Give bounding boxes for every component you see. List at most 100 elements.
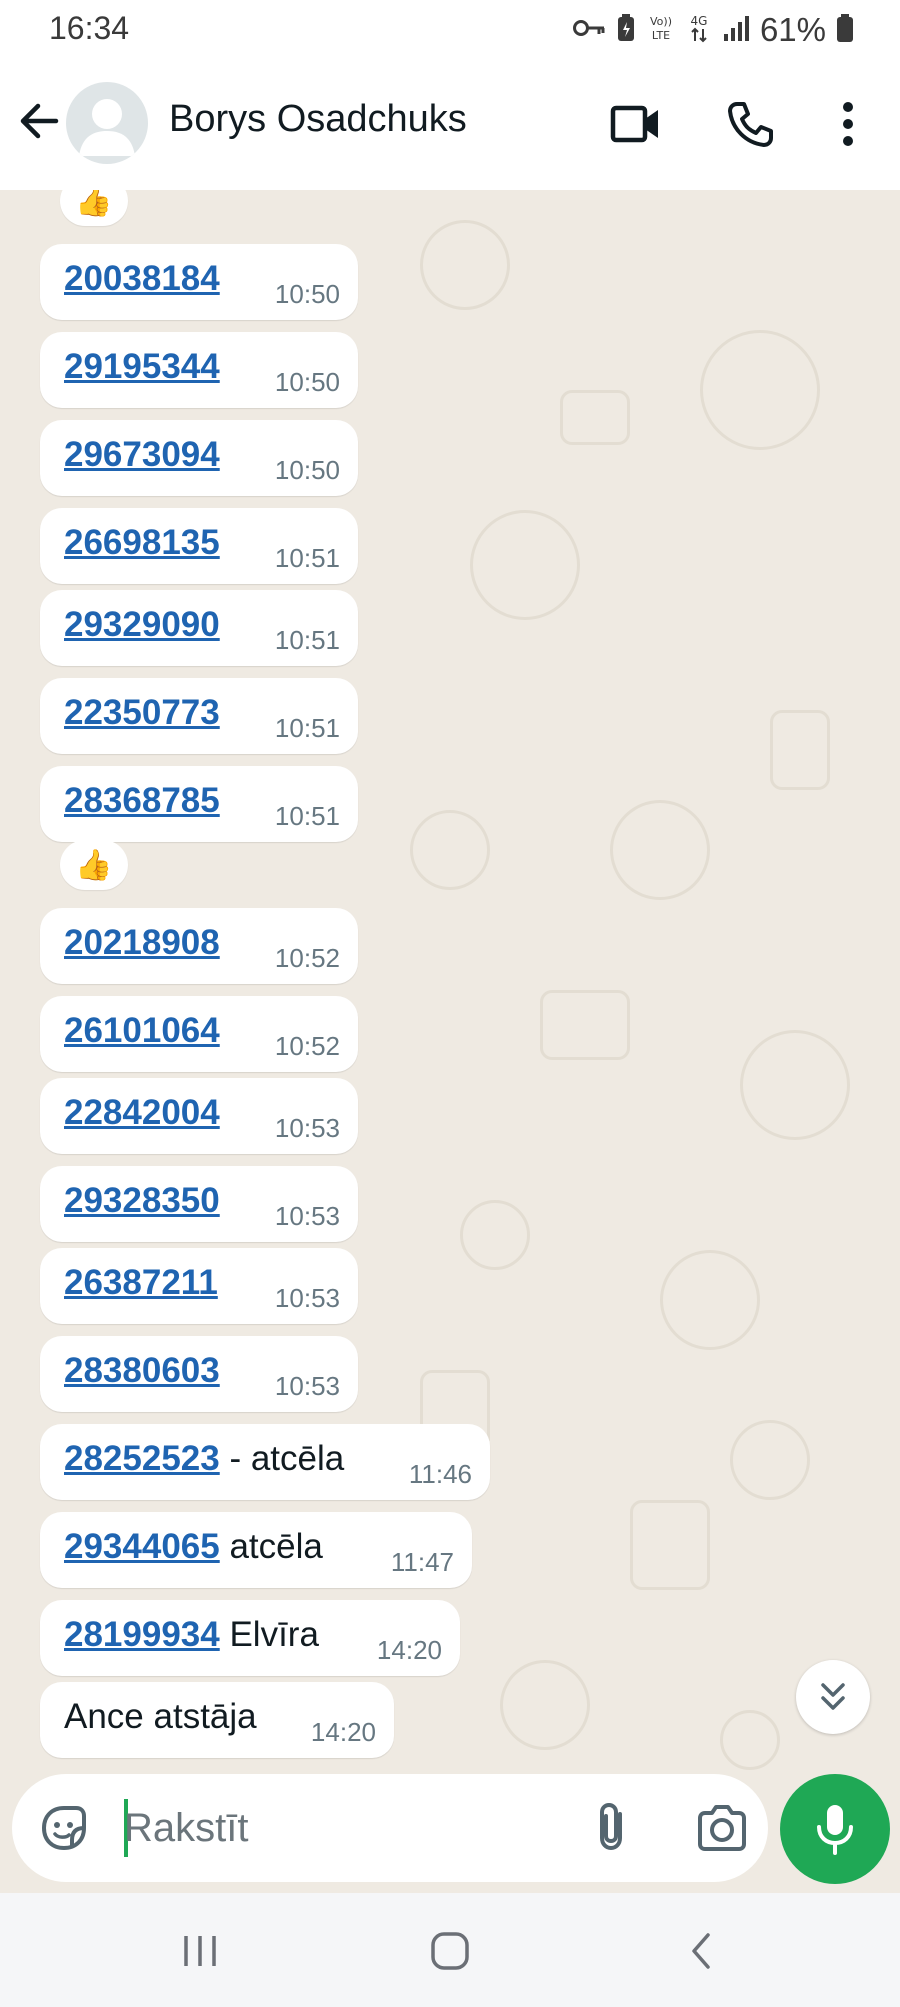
volte-icon: Vo)) LTE: [646, 13, 676, 48]
message-text: 29344065 atcēla: [64, 1527, 323, 1567]
battery-saver-icon: [616, 13, 636, 48]
recent-apps-icon[interactable]: [170, 1921, 230, 1981]
message-text: 22842004: [64, 1093, 220, 1133]
svg-text:4G: 4G: [690, 14, 707, 28]
message-note: atcēla: [219, 1527, 323, 1566]
avatar[interactable]: [66, 82, 148, 164]
home-icon[interactable]: [420, 1921, 480, 1981]
reaction-badge[interactable]: 👍: [60, 840, 128, 890]
message-text: 28380603: [64, 1351, 220, 1391]
message-bubble[interactable]: 29195344 10:50: [40, 332, 358, 408]
reaction-badge[interactable]: 👍: [60, 190, 128, 226]
message-bubble[interactable]: 20218908 10:52: [40, 908, 358, 984]
message-bubble[interactable]: 28380603 10:53: [40, 1336, 358, 1412]
video-call-icon[interactable]: [608, 96, 664, 152]
message-time: 10:51: [274, 801, 340, 831]
camera-icon[interactable]: [692, 1798, 752, 1858]
wallpaper-doodle: [740, 1030, 850, 1140]
attach-paperclip-icon[interactable]: [584, 1798, 644, 1858]
message-bubble[interactable]: 26698135 10:51: [40, 508, 358, 584]
message-time: 11:47: [390, 1547, 454, 1577]
sticker-emoji-icon[interactable]: [36, 1800, 92, 1856]
status-time: 16:34: [49, 10, 130, 46]
phone-link[interactable]: 29328350: [64, 1181, 220, 1220]
phone-link[interactable]: 28252523: [64, 1439, 220, 1478]
wallpaper-doodle: [660, 1250, 760, 1350]
back-icon[interactable]: [672, 1921, 732, 1981]
message-bubble[interactable]: 26387211 10:53: [40, 1248, 358, 1324]
scroll-to-bottom-button[interactable]: [796, 1660, 870, 1734]
message-time: 11:46: [408, 1459, 472, 1489]
more-vert-icon[interactable]: [820, 96, 876, 152]
back-arrow-icon[interactable]: [14, 96, 64, 146]
phone-link[interactable]: 20038184: [64, 259, 220, 298]
message-bubble[interactable]: 28368785 10:51: [40, 766, 358, 842]
message-note: - atcēla: [219, 1439, 345, 1478]
chat-header: Borys Osadchuks: [0, 60, 900, 190]
phone-link[interactable]: 28380603: [64, 1351, 220, 1390]
battery-percent: 61%: [759, 11, 826, 48]
message-bubble[interactable]: 29673094 10:50: [40, 420, 358, 496]
message-text: 29673094: [64, 435, 220, 475]
chat-area[interactable]: 👍 20038184 10:50 29195344 10:50 29673094…: [0, 190, 900, 1893]
message-time: 14:20: [310, 1717, 376, 1747]
signal-icon: [722, 14, 750, 47]
message-bubble[interactable]: 26101064 10:52: [40, 996, 358, 1072]
message-time: 10:53: [274, 1201, 340, 1231]
phone-link[interactable]: 28199934: [64, 1615, 220, 1654]
wallpaper-doodle: [720, 1710, 780, 1770]
message-bubble[interactable]: Ance atstāja 14:20: [40, 1682, 394, 1758]
double-chevron-down-icon: [821, 1683, 845, 1710]
microphone-button[interactable]: [780, 1774, 890, 1884]
message-input[interactable]: [124, 1794, 564, 1862]
phone-link[interactable]: 22842004: [64, 1093, 220, 1132]
message-text: 28252523 - atcēla: [64, 1439, 344, 1479]
message-composer: [12, 1774, 768, 1882]
wallpaper-doodle: [630, 1500, 710, 1590]
message-time: 10:52: [274, 943, 340, 973]
phone-link[interactable]: 29329090: [64, 605, 220, 644]
message-text: 29195344: [64, 347, 220, 387]
phone-link[interactable]: 29195344: [64, 347, 220, 386]
message-bubble[interactable]: 29329090 10:51: [40, 590, 358, 666]
wallpaper-doodle: [540, 990, 630, 1060]
system-nav-bar: [0, 1893, 900, 2007]
phone-link[interactable]: 20218908: [64, 923, 220, 962]
wallpaper-doodle: [700, 330, 820, 450]
message-bubble[interactable]: 20038184 10:50: [40, 244, 358, 320]
svg-text:LTE: LTE: [652, 29, 670, 42]
wallpaper-doodle: [410, 810, 490, 890]
message-time: 10:51: [274, 713, 340, 743]
message-time: 10:53: [274, 1113, 340, 1143]
message-text: 20218908: [64, 923, 220, 963]
message-bubble[interactable]: 22842004 10:53: [40, 1078, 358, 1154]
message-bubble[interactable]: 29344065 atcēla 11:47: [40, 1512, 472, 1588]
wallpaper-doodle: [610, 800, 710, 900]
phone-link[interactable]: 26387211: [64, 1263, 218, 1302]
phone-link[interactable]: 22350773: [64, 693, 220, 732]
message-text: 22350773: [64, 693, 220, 733]
message-time: 10:51: [274, 625, 340, 655]
phone-link[interactable]: 26101064: [64, 1011, 220, 1050]
phone-link[interactable]: 29344065: [64, 1527, 220, 1566]
message-time: 10:52: [274, 1031, 340, 1061]
message-bubble[interactable]: 28252523 - atcēla 11:46: [40, 1424, 490, 1500]
phone-link[interactable]: 28368785: [64, 781, 220, 820]
message-time: 10:53: [274, 1283, 340, 1313]
message-text: 29328350: [64, 1181, 220, 1221]
svg-text:Vo)): Vo)): [650, 15, 672, 28]
message-time: 14:20: [376, 1635, 442, 1665]
message-text: 29329090: [64, 605, 220, 645]
phone-link[interactable]: 26698135: [64, 523, 220, 562]
phone-link[interactable]: 29673094: [64, 435, 220, 474]
status-bar: 16:34 Vo)) LTE 4G 61%: [0, 0, 900, 60]
message-time: 10:50: [274, 455, 340, 485]
message-bubble[interactable]: 29328350 10:53: [40, 1166, 358, 1242]
message-bubble[interactable]: 28199934 Elvīra 14:20: [40, 1600, 460, 1676]
message-bubble[interactable]: 22350773 10:51: [40, 678, 358, 754]
message-text: 28368785: [64, 781, 220, 821]
contact-name[interactable]: Borys Osadchuks: [169, 98, 467, 141]
wallpaper-doodle: [500, 1660, 590, 1750]
voice-call-icon[interactable]: [722, 96, 778, 152]
message-time: 10:50: [274, 367, 340, 397]
